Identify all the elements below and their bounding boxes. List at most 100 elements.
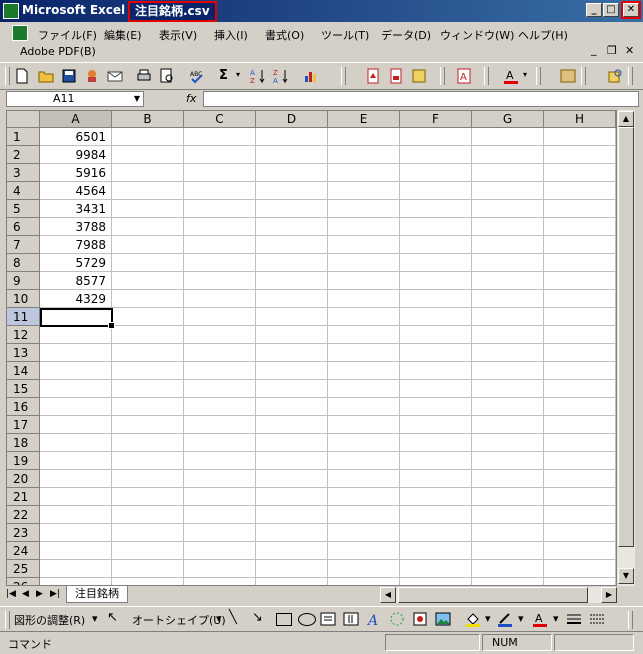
research-icon[interactable] [607, 68, 623, 84]
line-icon[interactable]: ╲ [229, 610, 237, 625]
font-color-dropdown-icon[interactable]: ▾ [523, 70, 527, 79]
menu-tools[interactable]: ツール(T) [321, 27, 369, 43]
row-header-18[interactable]: 18 [7, 434, 40, 452]
dash-style-icon[interactable] [589, 611, 605, 627]
cell-a2[interactable]: 9984 [40, 146, 106, 164]
column-header-e[interactable]: E [328, 111, 400, 128]
maximize-button[interactable]: □ [603, 3, 619, 17]
pdf-review-icon[interactable] [411, 68, 427, 84]
active-cell-a11[interactable] [40, 308, 115, 329]
insert-function-icon[interactable]: fx [186, 92, 196, 105]
draw-font-color-dropdown-icon[interactable]: ▾ [553, 612, 559, 625]
toolbar-grip[interactable] [341, 67, 346, 85]
picture-icon[interactable] [560, 68, 576, 84]
chart-wizard-icon[interactable] [303, 68, 319, 84]
menu-adobe-pdf[interactable]: Adobe PDF(B) [20, 45, 96, 58]
toolbar-grip[interactable] [628, 67, 633, 85]
workbook-close-button[interactable]: ✕ [625, 44, 634, 57]
line-color-icon[interactable] [497, 611, 513, 627]
arrow-icon[interactable]: ↘ [252, 610, 263, 625]
wordart-icon[interactable]: A [366, 611, 382, 627]
sheet-tab[interactable]: 注目銘柄 [66, 586, 128, 603]
column-header-c[interactable]: C [184, 111, 256, 128]
row-header-12[interactable]: 12 [7, 326, 40, 344]
row-header-16[interactable]: 16 [7, 398, 40, 416]
toolbar-grip[interactable] [440, 67, 445, 85]
menu-help[interactable]: ヘルプ(H) [518, 27, 568, 43]
autoshapes-dropdown-icon[interactable]: ▾ [216, 612, 222, 625]
diagram-icon[interactable] [389, 611, 405, 627]
name-box[interactable]: A11 ▼ [6, 91, 144, 107]
close-button[interactable]: ✕ [621, 1, 641, 19]
spreadsheet-grid[interactable]: ABCDEFGH 1 2 3 4 5 6 7 8 9 10 11 12 13 14 15 16 17 18 19 20… [6, 110, 617, 586]
row-header-10[interactable]: 10 [7, 290, 40, 308]
cell-a6[interactable]: 3788 [40, 218, 106, 236]
row-header-19[interactable]: 19 [7, 452, 40, 470]
column-header-b[interactable]: B [112, 111, 184, 128]
workbook-minimize-button[interactable]: _ [591, 43, 597, 56]
cell-a3[interactable]: 5916 [40, 164, 106, 182]
toolbar-grip[interactable] [5, 67, 10, 85]
row-header-4[interactable]: 4 [7, 182, 40, 200]
print-preview-icon[interactable] [159, 68, 175, 84]
draw-menu[interactable]: 図形の調整(R) [14, 612, 85, 628]
scroll-up-button[interactable]: ▲ [618, 111, 634, 127]
cell-a1[interactable]: 6501 [40, 128, 106, 146]
column-header-a[interactable]: A [40, 111, 112, 128]
sort-ascending-icon[interactable]: AZ [250, 68, 266, 84]
draw-font-color-icon[interactable]: A [532, 611, 548, 627]
row-header-2[interactable]: 2 [7, 146, 40, 164]
autosum-icon[interactable]: Σ [219, 68, 228, 83]
menu-edit[interactable]: 編集(E) [104, 27, 142, 43]
next-sheet-button[interactable]: ▶ [36, 589, 43, 599]
row-header-9[interactable]: 9 [7, 272, 40, 290]
row-header-25[interactable]: 25 [7, 560, 40, 578]
font-color-icon[interactable]: A [503, 68, 519, 84]
row-header-5[interactable]: 5 [7, 200, 40, 218]
row-header-24[interactable]: 24 [7, 542, 40, 560]
insert-picture-icon[interactable] [435, 611, 451, 627]
cell-a5[interactable]: 3431 [40, 200, 106, 218]
convert-to-pdf-icon[interactable] [365, 68, 381, 84]
select-objects-icon[interactable]: ↖ [107, 610, 118, 625]
row-header-14[interactable]: 14 [7, 362, 40, 380]
cell-a8[interactable]: 5729 [40, 254, 106, 272]
menu-format[interactable]: 書式(O) [265, 27, 304, 43]
autoshapes-menu[interactable]: オートシェイプ(U) [132, 612, 226, 628]
row-header-15[interactable]: 15 [7, 380, 40, 398]
column-header-g[interactable]: G [472, 111, 544, 128]
menu-view[interactable]: 表示(V) [159, 27, 197, 43]
sort-descending-icon[interactable]: ZA [273, 68, 289, 84]
row-header-21[interactable]: 21 [7, 488, 40, 506]
column-header-f[interactable]: F [400, 111, 472, 128]
formula-input[interactable] [203, 91, 639, 107]
horizontal-scrollbar[interactable]: ◀ ▶ [380, 587, 617, 603]
cell-a7[interactable]: 7988 [40, 236, 106, 254]
select-all-corner[interactable] [7, 111, 40, 128]
horizontal-scroll-thumb[interactable] [398, 587, 588, 603]
cell-a4[interactable]: 4564 [40, 182, 106, 200]
row-header-20[interactable]: 20 [7, 470, 40, 488]
scroll-down-button[interactable]: ▼ [618, 568, 634, 584]
pdf-email-icon[interactable] [388, 68, 404, 84]
toolbar-grip[interactable] [5, 611, 10, 629]
print-icon[interactable] [136, 68, 152, 84]
draw-menu-dropdown-icon[interactable]: ▾ [92, 612, 98, 625]
text-box-icon[interactable] [320, 611, 336, 627]
row-header-1[interactable]: 1 [7, 128, 40, 146]
rectangle-icon[interactable] [276, 613, 292, 626]
prev-sheet-button[interactable]: ◀ [22, 589, 29, 599]
column-header-h[interactable]: H [544, 111, 616, 128]
row-header-11[interactable]: 11 [7, 308, 40, 326]
save-icon[interactable] [61, 68, 77, 84]
clipart-icon[interactable] [412, 611, 428, 627]
menu-data[interactable]: データ(D) [381, 27, 431, 43]
row-header-17[interactable]: 17 [7, 416, 40, 434]
email-icon[interactable] [107, 68, 123, 84]
toolbar-grip[interactable] [581, 67, 586, 85]
row-header-3[interactable]: 3 [7, 164, 40, 182]
menu-window[interactable]: ウィンドウ(W) [440, 27, 514, 43]
cell-area[interactable]: 6501 9984 5916 4564 3431 3788 7988 5729 8577 4329 [40, 128, 616, 585]
cell-a10[interactable]: 4329 [40, 290, 106, 308]
vertical-scrollbar[interactable]: ▲ ▼ [617, 110, 635, 586]
